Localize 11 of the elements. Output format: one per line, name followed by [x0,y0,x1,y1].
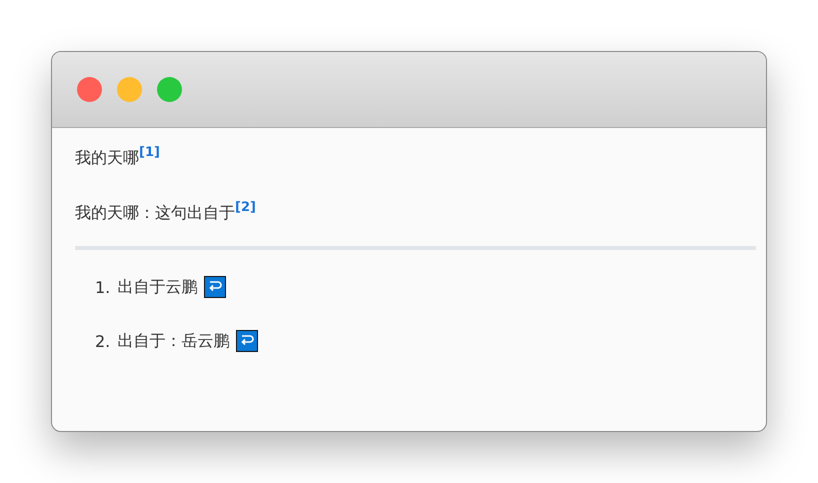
footnote-text: 出自于云鹏 [117,276,198,298]
footnote-text: 出自于：岳云鹏 [117,330,230,352]
window-control-button[interactable] [77,77,102,102]
footnote-link[interactable]: [2] [235,200,256,215]
paragraph: 我的天哪$^{[1]}$ [75,144,161,169]
footnote-number: 2. [95,332,110,350]
window-control-button[interactable] [157,77,182,102]
footnote-number: 1. [95,278,110,296]
paragraph: 我的天哪：这句出自于$^{[2]}$ [75,199,257,224]
window-control-button[interactable] [117,77,142,102]
footnote-link[interactable]: [1] [139,145,160,160]
